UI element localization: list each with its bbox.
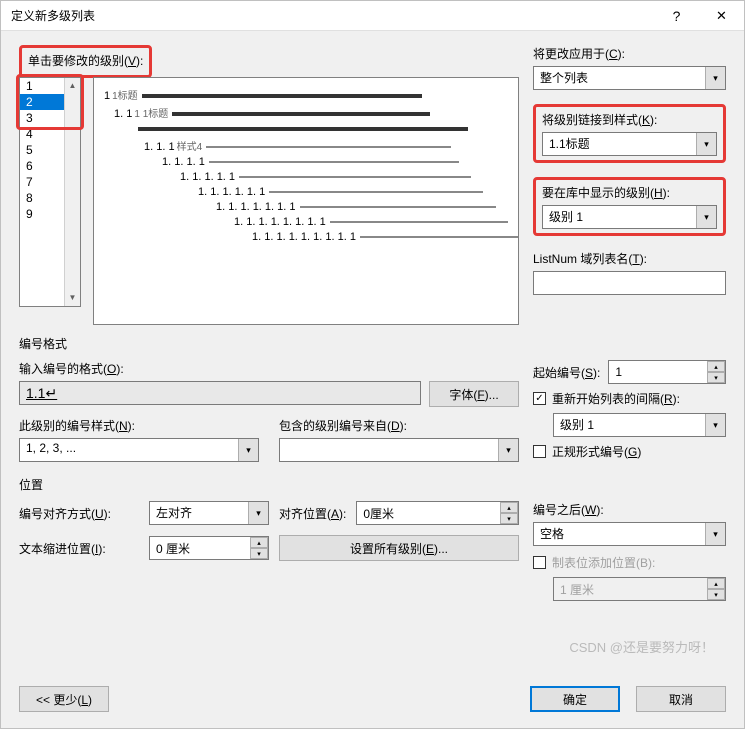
ok-button[interactable]: 确定 [530, 686, 620, 712]
restart-level-select[interactable]: 级别 1 [553, 413, 726, 437]
text-indent-label: 文本缩进位置(I): [19, 540, 139, 557]
scroll-down-icon[interactable]: ▼ [65, 290, 80, 306]
enter-format-label: 输入编号的格式(O): [19, 360, 519, 377]
legal-label: 正规形式编号(G) [552, 443, 641, 460]
chevron-down-icon[interactable]: ▾ [705, 523, 725, 545]
apply-to-select[interactable]: 整个列表 [533, 66, 726, 90]
align-at-label: 对齐位置(A): [279, 505, 346, 522]
chevron-down-icon[interactable]: ▾ [498, 439, 518, 461]
spinner-buttons: ▴▾ [707, 578, 725, 600]
preview-line: 1. 1. 1. 1. 1. 1. 1. 1. 1 [104, 231, 508, 243]
show-in-gallery-label: 要在库中显示的级别(H): [542, 184, 717, 201]
scroll-up-icon[interactable]: ▲ [65, 78, 80, 94]
number-style-select[interactable]: 1, 2, 3, ... [19, 438, 259, 462]
listnum-label: ListNum 域列表名(T): [533, 250, 726, 267]
link-style-label: 将级别链接到样式(K): [542, 111, 717, 128]
preview-line [104, 123, 508, 135]
preview-line: 1. 1. 1. 1 [104, 156, 508, 168]
font-button[interactable]: 字体(F)... [429, 381, 519, 407]
start-at-label: 起始编号(S): [533, 364, 600, 381]
spinner-buttons[interactable]: ▴▾ [707, 361, 725, 383]
spinner-buttons[interactable]: ▴▾ [250, 537, 268, 559]
level-listbox[interactable]: 123456789 ▲ ▼ [19, 77, 81, 307]
align-label: 编号对齐方式(U): [19, 505, 139, 522]
titlebar: 定义新多级列表 ? ✕ [1, 1, 744, 31]
chevron-down-icon[interactable]: ▾ [696, 206, 716, 228]
listnum-input[interactable] [533, 271, 726, 295]
less-button[interactable]: << 更少(L) [19, 686, 109, 712]
click-level-label: 单击要修改的级别(V): [28, 52, 143, 69]
number-format-input[interactable] [19, 381, 421, 405]
preview-line: 1. 1. 1. 1. 1. 1. 1. 1 [104, 216, 508, 228]
preview-line: 1. 1. 1样式4 [104, 138, 508, 153]
help-button[interactable]: ? [654, 1, 699, 31]
close-button[interactable]: ✕ [699, 1, 744, 31]
tab-stop-checkbox[interactable]: 制表位添加位置(B): [533, 554, 726, 571]
follow-number-select[interactable]: 空格 [533, 522, 726, 546]
chevron-down-icon[interactable]: ▾ [696, 133, 716, 155]
preview-line: 1. 1. 1. 1. 1 [104, 171, 508, 183]
cancel-button[interactable]: 取消 [636, 686, 726, 712]
align-at-input[interactable] [356, 501, 519, 525]
follow-number-label: 编号之后(W): [533, 501, 726, 518]
tab-stop-input [553, 577, 726, 601]
set-all-levels-button[interactable]: 设置所有级别(E)... [279, 535, 519, 561]
preview-line: 1. 11 1标题 [104, 105, 508, 120]
preview-line: 11标题 [104, 87, 508, 102]
chevron-down-icon[interactable]: ▾ [238, 439, 258, 461]
position-section-label: 位置 [19, 476, 726, 493]
tab-stop-label: 制表位添加位置(B): [552, 554, 655, 571]
list-preview: 11标题 1. 11 1标题 1. 1. 1样式4 1. 1. 1. 1 1. 1. 1… [93, 77, 519, 325]
dialog-title: 定义新多级列表 [11, 7, 654, 24]
restart-label: 重新开始列表的间隔(R): [552, 390, 680, 407]
preview-line: 1. 1. 1. 1. 1. 1 [104, 186, 508, 198]
show-in-gallery-select[interactable]: 级别 1 [542, 205, 717, 229]
checkbox-icon: ✓ [533, 392, 546, 405]
include-from-select[interactable] [279, 438, 519, 462]
checkbox-icon [533, 556, 546, 569]
spinner-buttons[interactable]: ▴▾ [500, 502, 518, 524]
apply-to-label: 将更改应用于(C): [533, 45, 726, 62]
preview-line: 1. 1. 1. 1. 1. 1. 1 [104, 201, 508, 213]
number-style-label: 此级别的编号样式(N): [19, 417, 259, 434]
dialog-define-multilevel-list: 定义新多级列表 ? ✕ 单击要修改的级别(V): 123456789 ▲ [0, 0, 745, 729]
chevron-down-icon[interactable]: ▾ [705, 414, 725, 436]
number-format-section-label: 编号格式 [19, 335, 726, 352]
legal-format-checkbox[interactable]: 正规形式编号(G) [533, 443, 726, 460]
checkbox-icon [533, 445, 546, 458]
watermark: CSDN @还是要努力呀！ [569, 637, 714, 656]
link-style-select[interactable]: 1.1标题 [542, 132, 717, 156]
chevron-down-icon[interactable]: ▾ [705, 67, 725, 89]
scrollbar[interactable]: ▲ ▼ [64, 78, 80, 306]
include-from-label: 包含的级别编号来自(D): [279, 417, 519, 434]
chevron-down-icon[interactable]: ▾ [248, 502, 268, 524]
restart-list-checkbox[interactable]: ✓ 重新开始列表的间隔(R): [533, 390, 726, 407]
